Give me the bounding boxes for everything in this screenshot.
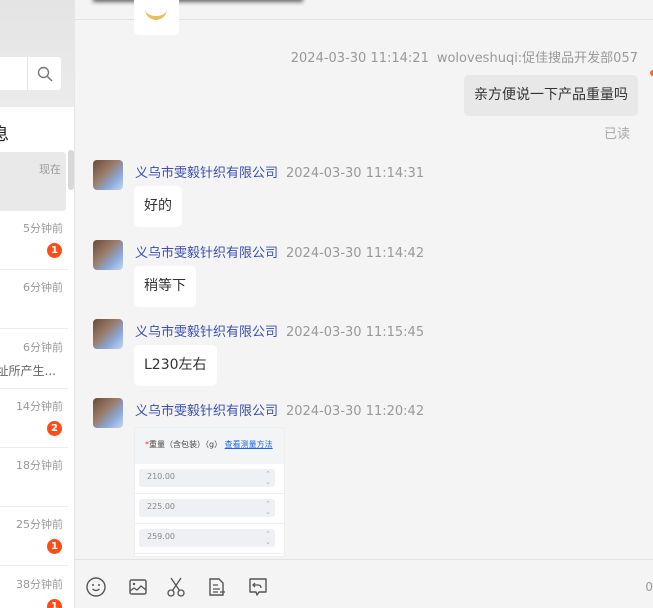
conversation-item[interactable]: 14分钟前 2: [0, 389, 68, 448]
avatar[interactable]: [93, 240, 123, 270]
char-count: 0: [645, 580, 653, 594]
message-bubble: 稍等下: [134, 266, 196, 307]
conversation-time: 38分钟前: [16, 578, 63, 591]
weight-value: 225.00: [139, 499, 275, 517]
search-box: [0, 57, 61, 90]
message-bubble: L230左右: [134, 345, 217, 386]
unread-badge: 2: [47, 421, 62, 436]
image-icon[interactable]: [127, 576, 149, 598]
unread-badge: 1: [47, 539, 62, 554]
emoji-message: [134, 0, 179, 35]
search-icon: [37, 66, 53, 82]
sidebar-scrollbar[interactable]: [68, 150, 74, 190]
conversation-item[interactable]: 25分钟前 1: [0, 507, 68, 566]
weight-label: 重量（含包装）（g）: [149, 440, 223, 449]
conversation-sidebar: 息 现在 5分钟前 1 6分钟前 6分钟前址所产生... 14分钟前 2 18分钟前…: [0, 0, 75, 608]
sender-name[interactable]: 义乌市雯毅针织有限公司: [135, 246, 278, 261]
image-row: 225.00: [135, 494, 284, 524]
image-message[interactable]: *重量（含包装）（g） 查看测量方法 210.00 225.00 259.00: [134, 427, 285, 557]
conversation-time: 6分钟前: [23, 341, 63, 354]
message-time: 2024-03-30 11:14:21: [290, 51, 429, 66]
conversation-item[interactable]: 6分钟前: [0, 270, 68, 329]
conversation-item[interactable]: 现在: [0, 152, 66, 211]
message-header: 义乌市雯毅针织有限公司 2024-03-30 11:14:31: [135, 162, 424, 181]
conversation-item[interactable]: 6分钟前址所产生...: [0, 330, 68, 389]
conversation-time: 6分钟前: [23, 281, 63, 294]
avatar[interactable]: [93, 160, 123, 190]
avatar[interactable]: [93, 319, 123, 349]
message-time: 2024-03-30 11:14:31: [286, 166, 425, 181]
conversation-item[interactable]: 5分钟前 1: [0, 211, 68, 270]
conversation-time: 5分钟前: [23, 222, 63, 235]
image-row: 259.00: [135, 524, 284, 554]
message-time: 2024-03-30 11:14:42: [286, 246, 425, 261]
sender-name[interactable]: 义乌市雯毅针织有限公司: [135, 166, 278, 181]
message-bubble: 好的: [134, 186, 182, 227]
quick-reply-icon[interactable]: [247, 576, 269, 598]
outgoing-message: 亲方便说一下产品重量吗: [464, 75, 638, 116]
message-header: 义乌市雯毅针织有限公司 2024-03-30 11:15:45: [135, 321, 424, 340]
document-send-icon[interactable]: [206, 576, 228, 598]
emoji-icon[interactable]: [85, 576, 107, 598]
weight-value: 210.00: [139, 469, 275, 487]
search-input[interactable]: [0, 57, 28, 90]
sender-name[interactable]: 义乌市雯毅针织有限公司: [135, 404, 278, 419]
unread-badge: 1: [47, 243, 62, 258]
list-heading: 息: [0, 120, 9, 145]
scissors-icon[interactable]: [165, 576, 187, 598]
weight-value: 259.00: [139, 529, 275, 547]
measure-method-link: 查看测量方法: [224, 440, 273, 449]
avatar[interactable]: [93, 398, 123, 428]
message-header: 义乌市雯毅针织有限公司 2024-03-30 11:14:42: [135, 242, 424, 261]
message-header: 义乌市雯毅针织有限公司 2024-03-30 11:20:42: [135, 400, 424, 419]
conversation-preview: 址所产生...: [0, 364, 56, 378]
message-time: 2024-03-30 11:20:42: [286, 404, 425, 419]
conversation-time: 25分钟前: [16, 518, 63, 531]
input-toolbar: 0: [75, 559, 653, 608]
sidebar-top: [0, 0, 74, 107]
search-button[interactable]: [28, 57, 61, 90]
outgoing-meta: 2024-03-30 11:14:21 woloveshuqi:促佳搜品开发部05…: [291, 47, 638, 66]
emoji-icon: [145, 6, 167, 20]
image-header: *重量（含包装）（g） 查看测量方法: [135, 428, 284, 464]
conversation-item[interactable]: 38分钟前 1: [0, 567, 68, 608]
unread-badge: 1: [47, 599, 62, 608]
conversation-item[interactable]: 18分钟前: [0, 448, 68, 507]
read-status: 已读: [603, 127, 630, 142]
message-sender: woloveshuqi:促佳搜品开发部057: [436, 51, 638, 66]
conversation-time: 18分钟前: [16, 459, 63, 472]
image-row: 210.00: [135, 464, 284, 494]
chat-title: [93, 0, 303, 2]
sender-name[interactable]: 义乌市雯毅针织有限公司: [135, 325, 278, 340]
message-time: 2024-03-30 11:15:45: [286, 325, 425, 340]
conversation-time: 14分钟前: [16, 400, 63, 413]
conversation-time: 现在: [39, 163, 61, 176]
